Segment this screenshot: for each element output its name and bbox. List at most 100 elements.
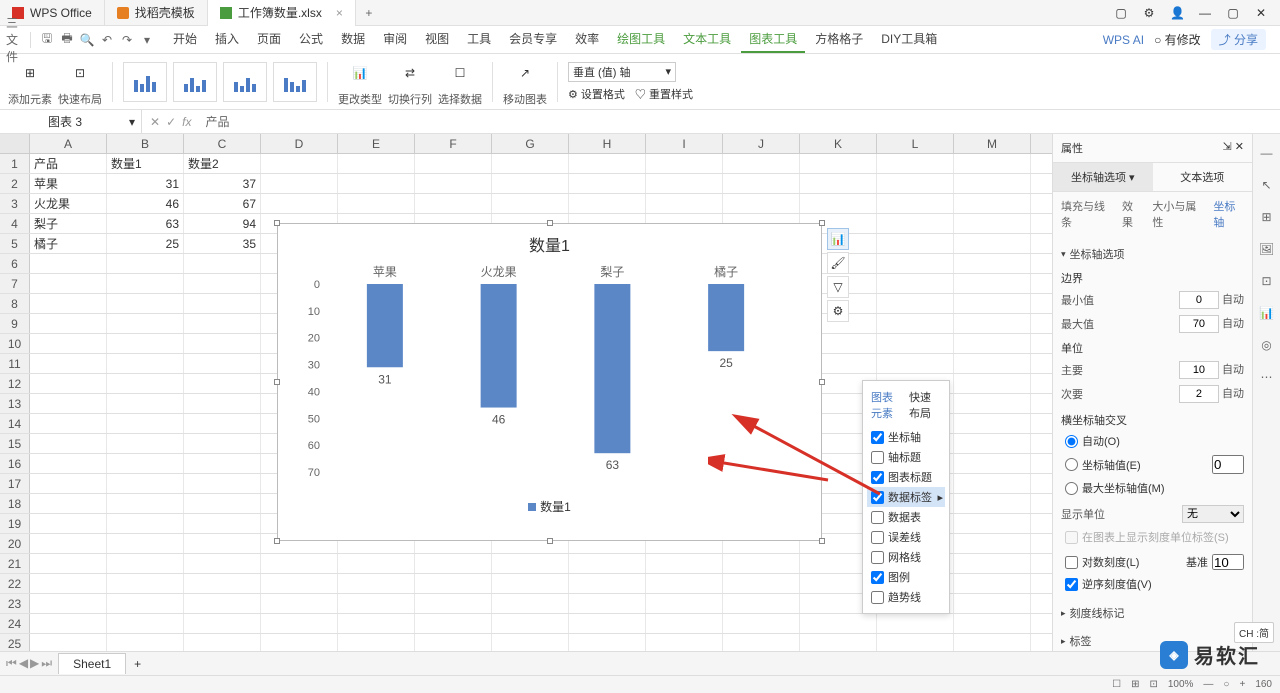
row-header[interactable]: 8 xyxy=(0,294,30,313)
row-header[interactable]: 11 xyxy=(0,354,30,373)
view-icon-2[interactable]: ⊞ xyxy=(1131,679,1139,690)
reverse-checkbox[interactable] xyxy=(1065,578,1078,591)
cell[interactable] xyxy=(107,594,184,613)
col-header[interactable]: I xyxy=(646,134,723,153)
cell[interactable] xyxy=(415,554,492,573)
cell[interactable] xyxy=(184,494,261,513)
panel-subtab-fill[interactable]: 填充与线条 xyxy=(1061,198,1112,230)
cell[interactable]: 数量1 xyxy=(107,154,184,173)
chart-title[interactable]: 数量1 xyxy=(278,224,821,264)
cell[interactable]: 63 xyxy=(107,214,184,233)
cell[interactable] xyxy=(954,474,1031,493)
zoom-level[interactable]: 100% xyxy=(1168,679,1194,690)
popup-tab-layout[interactable]: 快速布局 xyxy=(909,389,941,421)
row-header[interactable]: 5 xyxy=(0,234,30,253)
preview-icon[interactable]: 🔍 xyxy=(79,32,95,48)
cell[interactable] xyxy=(184,254,261,273)
cell[interactable] xyxy=(107,574,184,593)
cell[interactable] xyxy=(338,194,415,213)
share-button[interactable]: ⤴ 分享 xyxy=(1211,29,1266,50)
cell[interactable] xyxy=(338,174,415,193)
cell[interactable] xyxy=(107,394,184,413)
cell[interactable] xyxy=(184,454,261,473)
menu-tab-13[interactable]: 方格格子 xyxy=(807,26,871,53)
cell[interactable] xyxy=(107,254,184,273)
col-header[interactable]: A xyxy=(30,134,107,153)
log-checkbox[interactable] xyxy=(1065,556,1078,569)
maximize-button[interactable]: ▢ xyxy=(1226,6,1240,20)
cell[interactable] xyxy=(954,494,1031,513)
cell[interactable] xyxy=(107,614,184,633)
menu-tab-10[interactable]: 绘图工具 xyxy=(609,26,673,53)
cell[interactable] xyxy=(261,614,338,633)
cell[interactable] xyxy=(30,314,107,333)
cell[interactable] xyxy=(723,614,800,633)
changes-indicator[interactable]: ○ 有修改 xyxy=(1154,31,1201,48)
cell[interactable] xyxy=(184,354,261,373)
view-icon-3[interactable]: ⊡ xyxy=(1149,679,1157,690)
menu-tab-3[interactable]: 公式 xyxy=(291,26,331,53)
cell[interactable] xyxy=(184,514,261,533)
popup-checkbox[interactable] xyxy=(871,511,884,524)
row-header[interactable]: 17 xyxy=(0,474,30,493)
set-format-button[interactable]: ⚙ 设置格式 xyxy=(568,86,625,102)
sheet-prev-icon[interactable]: ◀ xyxy=(19,656,28,671)
avatar-icon[interactable]: 👤 xyxy=(1170,6,1184,20)
cell[interactable] xyxy=(184,294,261,313)
dropdown-icon[interactable]: ▾ xyxy=(139,32,155,48)
row-header[interactable]: 4 xyxy=(0,214,30,233)
cell[interactable] xyxy=(877,194,954,213)
fx-icon[interactable]: fx xyxy=(182,115,191,129)
cross-auto-radio[interactable] xyxy=(1065,435,1078,448)
cell[interactable] xyxy=(415,154,492,173)
cell[interactable] xyxy=(646,154,723,173)
cell[interactable]: 67 xyxy=(184,194,261,213)
cell[interactable] xyxy=(954,194,1031,213)
col-header[interactable]: C xyxy=(184,134,261,153)
cell[interactable] xyxy=(184,394,261,413)
cell[interactable] xyxy=(877,214,954,233)
panel-close-icon[interactable]: ✕ xyxy=(1235,141,1244,153)
cell[interactable] xyxy=(569,194,646,213)
popup-checkbox[interactable] xyxy=(871,431,884,444)
col-header[interactable]: H xyxy=(569,134,646,153)
menu-tab-2[interactable]: 页面 xyxy=(249,26,289,53)
cell[interactable] xyxy=(954,394,1031,413)
sheet-last-icon[interactable]: ⏭ xyxy=(41,656,52,671)
minimize-button[interactable]: — xyxy=(1198,6,1212,20)
cell[interactable] xyxy=(30,594,107,613)
side-icon-4[interactable]: 🖼 xyxy=(1258,240,1276,258)
cell[interactable] xyxy=(107,554,184,573)
cell[interactable] xyxy=(492,554,569,573)
chart-style-3[interactable] xyxy=(223,62,267,102)
cell[interactable]: 35 xyxy=(184,234,261,253)
cell[interactable] xyxy=(261,594,338,613)
cell[interactable] xyxy=(492,154,569,173)
cell[interactable] xyxy=(646,554,723,573)
cell[interactable] xyxy=(646,574,723,593)
col-header[interactable]: G xyxy=(492,134,569,153)
menu-tab-9[interactable]: 效率 xyxy=(567,26,607,53)
side-icon-6[interactable]: 📊 xyxy=(1258,304,1276,322)
cell[interactable] xyxy=(646,614,723,633)
cell[interactable] xyxy=(30,294,107,313)
minor-input[interactable] xyxy=(1179,385,1219,403)
cell[interactable] xyxy=(954,214,1031,233)
row-header[interactable]: 19 xyxy=(0,514,30,533)
reset-style-button[interactable]: ♡ 重置样式 xyxy=(635,86,693,102)
cell[interactable] xyxy=(184,574,261,593)
window-icon[interactable]: ▢ xyxy=(1114,6,1128,20)
chart-plot-area[interactable]: 苹果火龙果梨子橘子01020304050607031466325 xyxy=(278,264,821,492)
cell[interactable] xyxy=(954,614,1031,633)
cell[interactable] xyxy=(184,474,261,493)
menu-tab-7[interactable]: 工具 xyxy=(459,26,499,53)
redo-icon[interactable]: ↷ xyxy=(119,32,135,48)
row-header[interactable]: 2 xyxy=(0,174,30,193)
cell[interactable]: 25 xyxy=(107,234,184,253)
cell[interactable] xyxy=(569,154,646,173)
display-unit-select[interactable]: 无 xyxy=(1182,505,1244,523)
cell[interactable] xyxy=(877,614,954,633)
cell[interactable] xyxy=(954,254,1031,273)
menu-tab-12[interactable]: 图表工具 xyxy=(741,26,805,53)
move-chart-button[interactable]: ↗ xyxy=(506,57,544,89)
